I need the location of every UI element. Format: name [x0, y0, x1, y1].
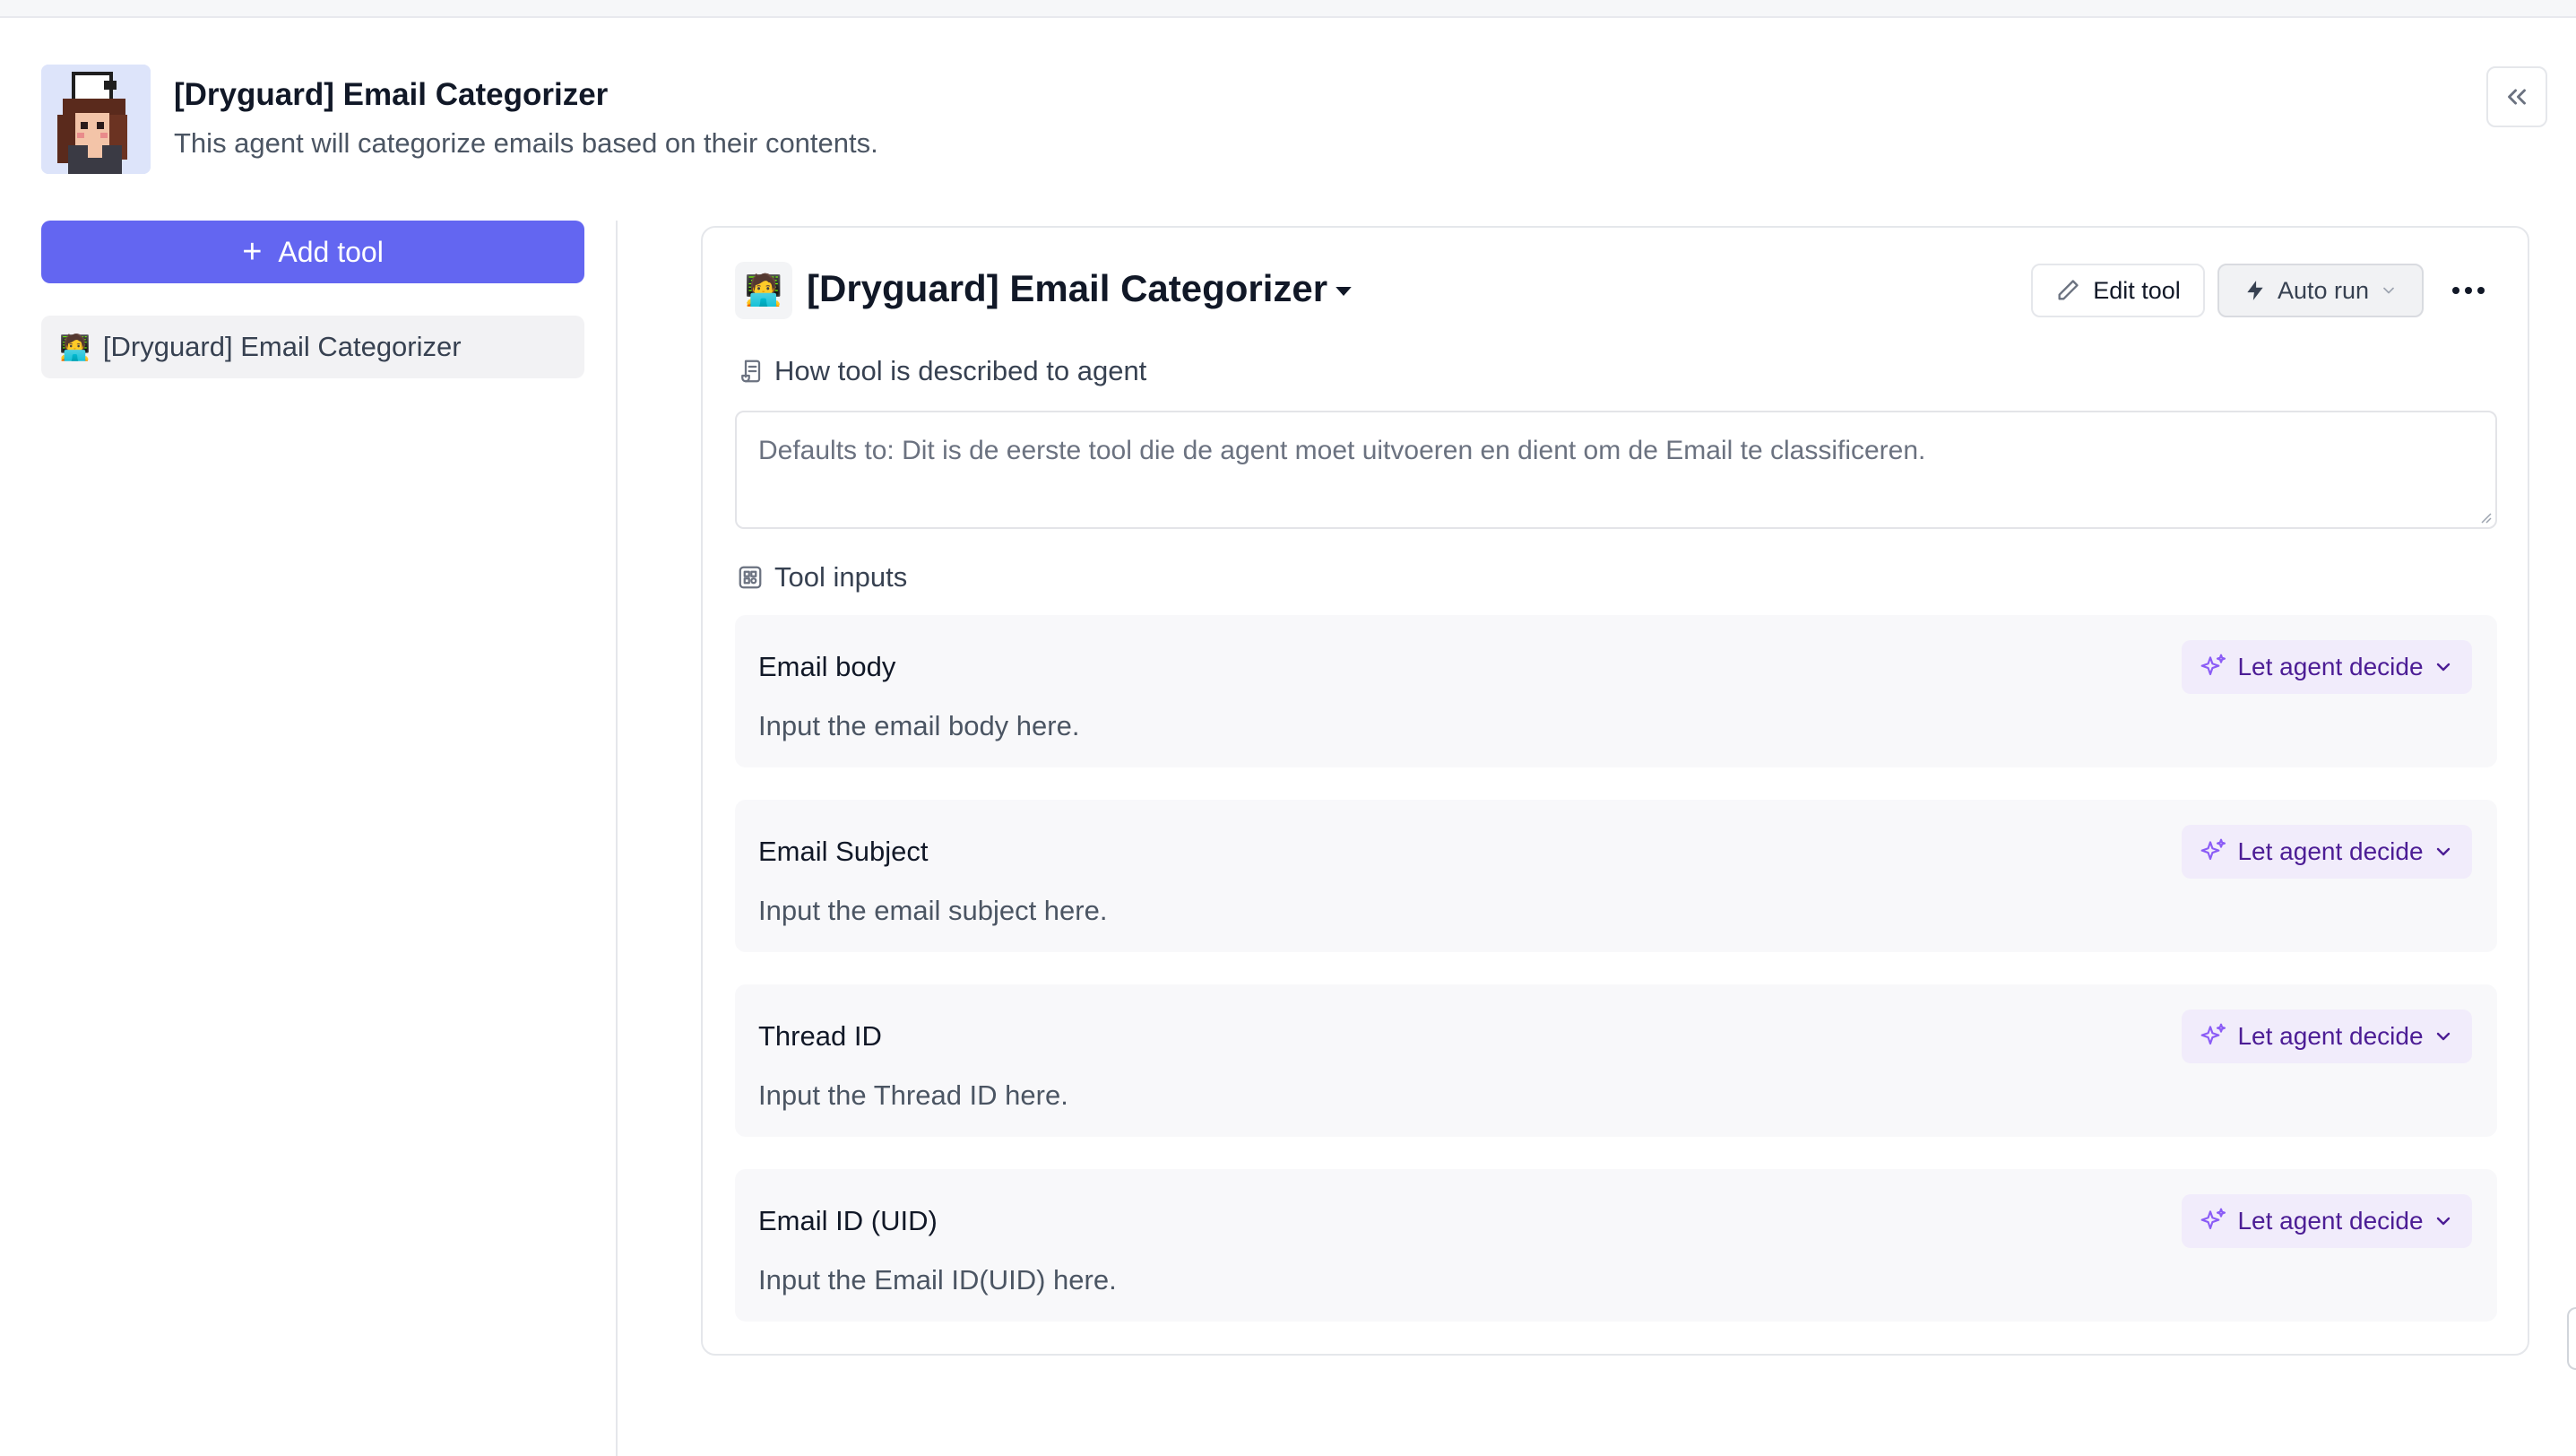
- agent-avatar: [41, 65, 151, 174]
- tool-input-card: Email Subject Input the email subject he…: [735, 800, 2497, 952]
- let-agent-decide-label: Let agent decide: [2237, 653, 2424, 680]
- sparkles-icon: [2201, 654, 2226, 676]
- sidebar-divider: [616, 221, 618, 1456]
- resize-handle-icon[interactable]: [2477, 509, 2492, 524]
- description-section-text: How tool is described to agent: [774, 355, 1147, 386]
- tool-input-name: Email ID (UID): [758, 1205, 938, 1236]
- tool-title: [Dryguard] Email Categorizer: [807, 267, 1328, 309]
- tool-emoji[interactable]: 🧑‍💻: [735, 262, 792, 319]
- more-options-button[interactable]: [2442, 267, 2495, 314]
- add-tool-label: Add tool: [278, 235, 384, 268]
- description-section-label: How tool is described to agent: [737, 355, 1146, 387]
- plus-icon: +: [242, 233, 263, 271]
- let-agent-decide-dropdown[interactable]: Let agent decide: [2182, 825, 2472, 879]
- tool-input-name: Email Subject: [758, 836, 929, 867]
- let-agent-decide-label: Let agent decide: [2237, 837, 2424, 865]
- tool-input-card: Email body Input the email body here. Le…: [735, 615, 2497, 767]
- scroll-icon: [741, 360, 761, 383]
- tool-input-description: Input the Thread ID here.: [758, 1079, 1068, 1111]
- tool-input-name: Email body: [758, 651, 896, 682]
- inputs-section-text: Tool inputs: [774, 561, 908, 593]
- sidebar-item-label: [Dryguard] Email Categorizer: [102, 331, 462, 362]
- chevron-down-icon: [2436, 663, 2450, 672]
- pencil-icon: [2058, 280, 2079, 300]
- tool-description-textarea[interactable]: Defaults to: Dit is de eerste tool die d…: [735, 411, 2497, 529]
- technologist-emoji-icon: 🧑‍💻: [744, 273, 783, 308]
- auto-run-dropdown[interactable]: Auto run: [2217, 264, 2424, 317]
- chevrons-left-icon: [2508, 89, 2526, 105]
- agent-description: This agent will categorize emails based …: [174, 127, 878, 159]
- side-panel-tab[interactable]: [2567, 1307, 2576, 1370]
- tool-input-card: Email ID (UID) Input the Email ID(UID) h…: [735, 1169, 2497, 1322]
- agent-title: [Dryguard] Email Categorizer: [174, 77, 609, 112]
- technologist-emoji-icon: 🧑‍💻: [59, 333, 91, 361]
- tool-description-placeholder: Defaults to: Dit is de eerste tool die d…: [758, 436, 1926, 465]
- tool-input-description: Input the Email ID(UID) here.: [758, 1264, 1117, 1296]
- tool-card: 🧑‍💻 [Dryguard] Email Categorizer Edit to…: [701, 226, 2529, 1356]
- sparkles-icon: [2201, 1208, 2226, 1230]
- chevron-down-icon: [2436, 1032, 2450, 1041]
- edit-tool-button[interactable]: Edit tool: [2031, 264, 2205, 317]
- sparkles-icon: [2201, 1023, 2226, 1045]
- let-agent-decide-dropdown[interactable]: Let agent decide: [2182, 1010, 2472, 1063]
- chevron-down-icon: [2436, 1217, 2450, 1226]
- auto-run-label: Auto run: [2277, 276, 2370, 304]
- lightning-icon: [2247, 281, 2263, 300]
- let-agent-decide-label: Let agent decide: [2237, 1022, 2424, 1050]
- inputs-grid-icon: [739, 566, 762, 589]
- chevron-down-icon: [2383, 287, 2394, 294]
- let-agent-decide-label: Let agent decide: [2237, 1207, 2424, 1235]
- add-tool-button[interactable]: + Add tool: [41, 221, 584, 283]
- let-agent-decide-dropdown[interactable]: Let agent decide: [2182, 1194, 2472, 1248]
- tool-select-dropdown[interactable]: [1330, 278, 1357, 305]
- top-bar: [0, 0, 2576, 18]
- edit-tool-label: Edit tool: [2093, 276, 2181, 304]
- sparkles-icon: [2201, 838, 2226, 861]
- sidebar-item-email-categorizer[interactable]: 🧑‍💻 [Dryguard] Email Categorizer: [41, 316, 584, 378]
- tool-input-name: Thread ID: [758, 1020, 882, 1052]
- inputs-section-label: Tool inputs: [737, 561, 907, 594]
- tool-input-card: Thread ID Input the Thread ID here. Let …: [735, 984, 2497, 1137]
- ellipsis-icon: [2452, 287, 2485, 294]
- let-agent-decide-dropdown[interactable]: Let agent decide: [2182, 640, 2472, 694]
- tool-input-description: Input the email body here.: [758, 710, 1080, 741]
- collapse-panel-button[interactable]: [2486, 66, 2547, 127]
- tool-input-description: Input the email subject here.: [758, 895, 1108, 926]
- caret-down-icon: [1336, 287, 1352, 296]
- chevron-down-icon: [2436, 847, 2450, 856]
